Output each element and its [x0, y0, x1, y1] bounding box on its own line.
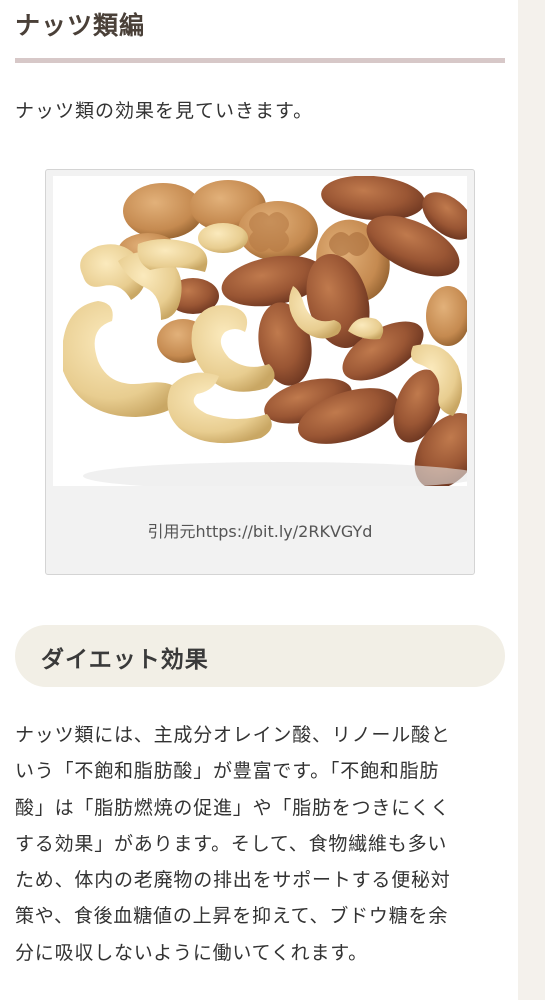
nuts-photo — [53, 176, 467, 486]
article-page: ナッツ類編 ナッツ類の効果を見ていきます。 引用元https://bit.ly/… — [0, 0, 518, 1000]
image-caption: 引用元https://bit.ly/2RKVGYd — [147, 522, 373, 541]
nuts-illustration — [63, 176, 467, 486]
paragraph-line: する効果」があります。そして、食物繊維も多い — [15, 832, 448, 855]
section-heading: ナッツ類編 — [15, 11, 146, 40]
paragraph-line: 分に吸収しないように働いてくれます。 — [15, 941, 368, 964]
body-paragraph: ナッツ類には、主成分オレイン酸、リノール酸と いう「不飽和脂肪酸」が豊富です。「… — [15, 717, 507, 971]
paragraph-line: 酸」は「脂肪燃焼の促進」や「脂肪をつきにくく — [15, 796, 451, 819]
intro-text: ナッツ類の効果を見ていきます。 — [15, 100, 314, 122]
subheading-box: ダイエット効果 — [15, 625, 505, 687]
heading-underline — [15, 58, 505, 63]
image-figure: 引用元https://bit.ly/2RKVGYd — [45, 169, 475, 575]
subheading: ダイエット効果 — [41, 647, 209, 673]
paragraph-line: いう「不飽和脂肪酸」が豊富です。「不飽和脂肪 — [15, 760, 440, 783]
paragraph-line: ため、体内の老廃物の排出をサポートする便秘対 — [15, 869, 451, 892]
paragraph-line: 策や、食後血糖値の上昇を抑えて、ブドウ糖を余 — [15, 905, 449, 928]
paragraph-line: ナッツ類には、主成分オレイン酸、リノール酸と — [15, 724, 451, 746]
